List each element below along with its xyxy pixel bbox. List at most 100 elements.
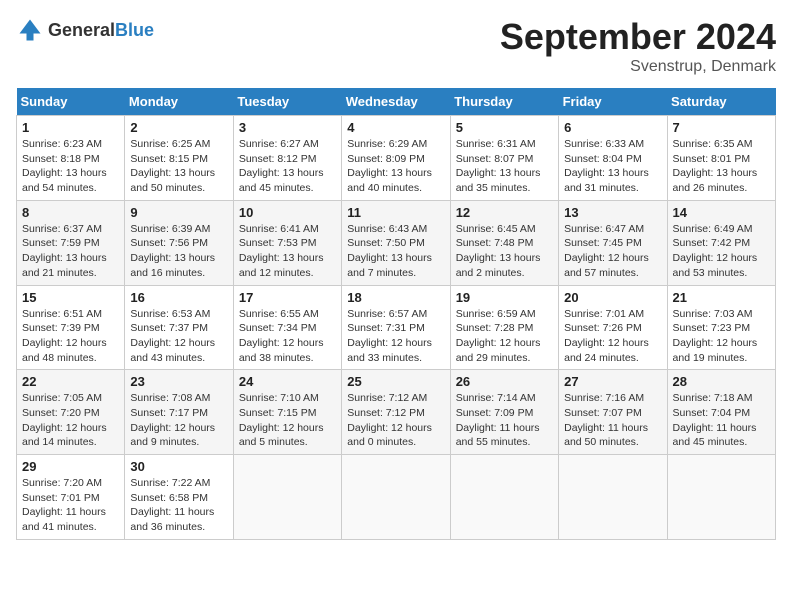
day-number: 6 <box>564 120 661 135</box>
day-info: Sunrise: 7:05 AM Sunset: 7:20 PM Dayligh… <box>22 391 119 450</box>
logo: GeneralBlue <box>16 16 154 44</box>
calendar-cell: 5Sunrise: 6:31 AM Sunset: 8:07 PM Daylig… <box>450 116 558 201</box>
day-number: 24 <box>239 374 336 389</box>
day-number: 8 <box>22 205 119 220</box>
calendar-cell: 24 Sunrise: 7:10 AM Sunset: 7:15 PM Dayli… <box>233 370 341 455</box>
day-info: Sunrise: 6:37 AM Sunset: 7:59 PM Dayligh… <box>22 222 119 281</box>
day-number: 15 <box>22 290 119 305</box>
day-info: Sunrise: 6:45 AM Sunset: 7:48 PM Dayligh… <box>456 222 553 281</box>
day-info: Sunrise: 7:22 AM Sunset: 6:58 PM Dayligh… <box>130 476 227 535</box>
page-header: GeneralBlue September 2024 Svenstrup, De… <box>16 16 776 76</box>
calendar-cell: 11 Sunrise: 6:43 AM Sunset: 7:50 PM Dayli… <box>342 200 450 285</box>
day-info: Sunrise: 6:53 AM Sunset: 7:37 PM Dayligh… <box>130 307 227 366</box>
calendar-cell <box>667 455 775 540</box>
day-number: 11 <box>347 205 444 220</box>
day-info: Sunrise: 6:29 AM Sunset: 8:09 PM Dayligh… <box>347 137 444 196</box>
calendar-cell <box>342 455 450 540</box>
calendar-cell: 1Sunrise: 6:23 AM Sunset: 8:18 PM Daylig… <box>17 116 125 201</box>
location: Svenstrup, Denmark <box>500 58 776 76</box>
day-of-week-header: Friday <box>559 88 667 116</box>
calendar-cell: 27Sunrise: 7:16 AM Sunset: 7:07 PM Dayli… <box>559 370 667 455</box>
day-number: 19 <box>456 290 553 305</box>
day-number: 20 <box>564 290 661 305</box>
calendar-cell: 6 Sunrise: 6:33 AM Sunset: 8:04 PM Daylig… <box>559 116 667 201</box>
calendar-cell: 4Sunrise: 6:29 AM Sunset: 8:09 PM Daylig… <box>342 116 450 201</box>
day-number: 3 <box>239 120 336 135</box>
day-number: 26 <box>456 374 553 389</box>
calendar-cell: 18Sunrise: 6:57 AM Sunset: 7:31 PM Dayli… <box>342 285 450 370</box>
day-info: Sunrise: 6:43 AM Sunset: 7:50 PM Dayligh… <box>347 222 444 281</box>
calendar-cell: 28 Sunrise: 7:18 AM Sunset: 7:04 PM Dayli… <box>667 370 775 455</box>
calendar-cell: 10 Sunrise: 6:41 AM Sunset: 7:53 PM Dayli… <box>233 200 341 285</box>
day-number: 21 <box>673 290 770 305</box>
day-number: 9 <box>130 205 227 220</box>
day-info: Sunrise: 7:03 AM Sunset: 7:23 PM Dayligh… <box>673 307 770 366</box>
day-number: 30 <box>130 459 227 474</box>
day-of-week-header: Wednesday <box>342 88 450 116</box>
day-info: Sunrise: 7:14 AM Sunset: 7:09 PM Dayligh… <box>456 391 553 450</box>
day-number: 7 <box>673 120 770 135</box>
calendar-cell: 9 Sunrise: 6:39 AM Sunset: 7:56 PM Daylig… <box>125 200 233 285</box>
day-info: Sunrise: 6:31 AM Sunset: 8:07 PM Dayligh… <box>456 137 553 196</box>
calendar-cell: 7Sunrise: 6:35 AM Sunset: 8:01 PM Daylig… <box>667 116 775 201</box>
day-of-week-header: Monday <box>125 88 233 116</box>
day-info: Sunrise: 6:41 AM Sunset: 7:53 PM Dayligh… <box>239 222 336 281</box>
day-info: Sunrise: 7:18 AM Sunset: 7:04 PM Dayligh… <box>673 391 770 450</box>
day-info: Sunrise: 6:27 AM Sunset: 8:12 PM Dayligh… <box>239 137 336 196</box>
day-info: Sunrise: 7:12 AM Sunset: 7:12 PM Dayligh… <box>347 391 444 450</box>
day-number: 22 <box>22 374 119 389</box>
calendar-cell: 19Sunrise: 6:59 AM Sunset: 7:28 PM Dayli… <box>450 285 558 370</box>
calendar-cell: 22 Sunrise: 7:05 AM Sunset: 7:20 PM Dayli… <box>17 370 125 455</box>
day-number: 10 <box>239 205 336 220</box>
day-info: Sunrise: 6:55 AM Sunset: 7:34 PM Dayligh… <box>239 307 336 366</box>
calendar-cell: 29Sunrise: 7:20 AM Sunset: 7:01 PM Dayli… <box>17 455 125 540</box>
day-number: 2 <box>130 120 227 135</box>
calendar-body: 1Sunrise: 6:23 AM Sunset: 8:18 PM Daylig… <box>17 116 776 540</box>
day-info: Sunrise: 6:57 AM Sunset: 7:31 PM Dayligh… <box>347 307 444 366</box>
calendar-week-row: 8 Sunrise: 6:37 AM Sunset: 7:59 PM Daylig… <box>17 200 776 285</box>
month-title: September 2024 <box>500 16 776 58</box>
calendar-cell <box>559 455 667 540</box>
calendar-cell: 8 Sunrise: 6:37 AM Sunset: 7:59 PM Daylig… <box>17 200 125 285</box>
logo-text-blue: Blue <box>115 20 154 40</box>
day-number: 16 <box>130 290 227 305</box>
day-info: Sunrise: 6:51 AM Sunset: 7:39 PM Dayligh… <box>22 307 119 366</box>
calendar-cell: 15 Sunrise: 6:51 AM Sunset: 7:39 PM Dayli… <box>17 285 125 370</box>
day-of-week-header: Sunday <box>17 88 125 116</box>
day-number: 28 <box>673 374 770 389</box>
day-number: 17 <box>239 290 336 305</box>
calendar-cell <box>450 455 558 540</box>
day-number: 1 <box>22 120 119 135</box>
day-number: 14 <box>673 205 770 220</box>
day-info: Sunrise: 7:01 AM Sunset: 7:26 PM Dayligh… <box>564 307 661 366</box>
day-info: Sunrise: 6:47 AM Sunset: 7:45 PM Dayligh… <box>564 222 661 281</box>
day-number: 13 <box>564 205 661 220</box>
calendar-cell: 30 Sunrise: 7:22 AM Sunset: 6:58 PM Dayli… <box>125 455 233 540</box>
calendar-cell: 26 Sunrise: 7:14 AM Sunset: 7:09 PM Dayli… <box>450 370 558 455</box>
calendar-cell: 23 Sunrise: 7:08 AM Sunset: 7:17 PM Dayli… <box>125 370 233 455</box>
calendar-cell: 2 Sunrise: 6:25 AM Sunset: 8:15 PM Daylig… <box>125 116 233 201</box>
day-number: 23 <box>130 374 227 389</box>
calendar-week-row: 1Sunrise: 6:23 AM Sunset: 8:18 PM Daylig… <box>17 116 776 201</box>
day-info: Sunrise: 7:16 AM Sunset: 7:07 PM Dayligh… <box>564 391 661 450</box>
calendar-week-row: 15 Sunrise: 6:51 AM Sunset: 7:39 PM Dayli… <box>17 285 776 370</box>
day-number: 12 <box>456 205 553 220</box>
day-info: Sunrise: 6:25 AM Sunset: 8:15 PM Dayligh… <box>130 137 227 196</box>
calendar-cell: 3 Sunrise: 6:27 AM Sunset: 8:12 PM Daylig… <box>233 116 341 201</box>
day-info: Sunrise: 7:20 AM Sunset: 7:01 PM Dayligh… <box>22 476 119 535</box>
calendar-cell: 20 Sunrise: 7:01 AM Sunset: 7:26 PM Dayli… <box>559 285 667 370</box>
calendar-cell: 16 Sunrise: 6:53 AM Sunset: 7:37 PM Dayli… <box>125 285 233 370</box>
calendar-cell: 14 Sunrise: 6:49 AM Sunset: 7:42 PM Dayli… <box>667 200 775 285</box>
day-info: Sunrise: 7:08 AM Sunset: 7:17 PM Dayligh… <box>130 391 227 450</box>
calendar-header-row: SundayMondayTuesdayWednesdayThursdayFrid… <box>17 88 776 116</box>
day-info: Sunrise: 7:10 AM Sunset: 7:15 PM Dayligh… <box>239 391 336 450</box>
day-of-week-header: Thursday <box>450 88 558 116</box>
day-info: Sunrise: 6:49 AM Sunset: 7:42 PM Dayligh… <box>673 222 770 281</box>
calendar-cell: 17 Sunrise: 6:55 AM Sunset: 7:34 PM Dayli… <box>233 285 341 370</box>
day-info: Sunrise: 6:39 AM Sunset: 7:56 PM Dayligh… <box>130 222 227 281</box>
day-info: Sunrise: 6:33 AM Sunset: 8:04 PM Dayligh… <box>564 137 661 196</box>
calendar-cell: 13 Sunrise: 6:47 AM Sunset: 7:45 PM Dayli… <box>559 200 667 285</box>
day-of-week-header: Saturday <box>667 88 775 116</box>
day-number: 25 <box>347 374 444 389</box>
calendar-cell: 12 Sunrise: 6:45 AM Sunset: 7:48 PM Dayli… <box>450 200 558 285</box>
